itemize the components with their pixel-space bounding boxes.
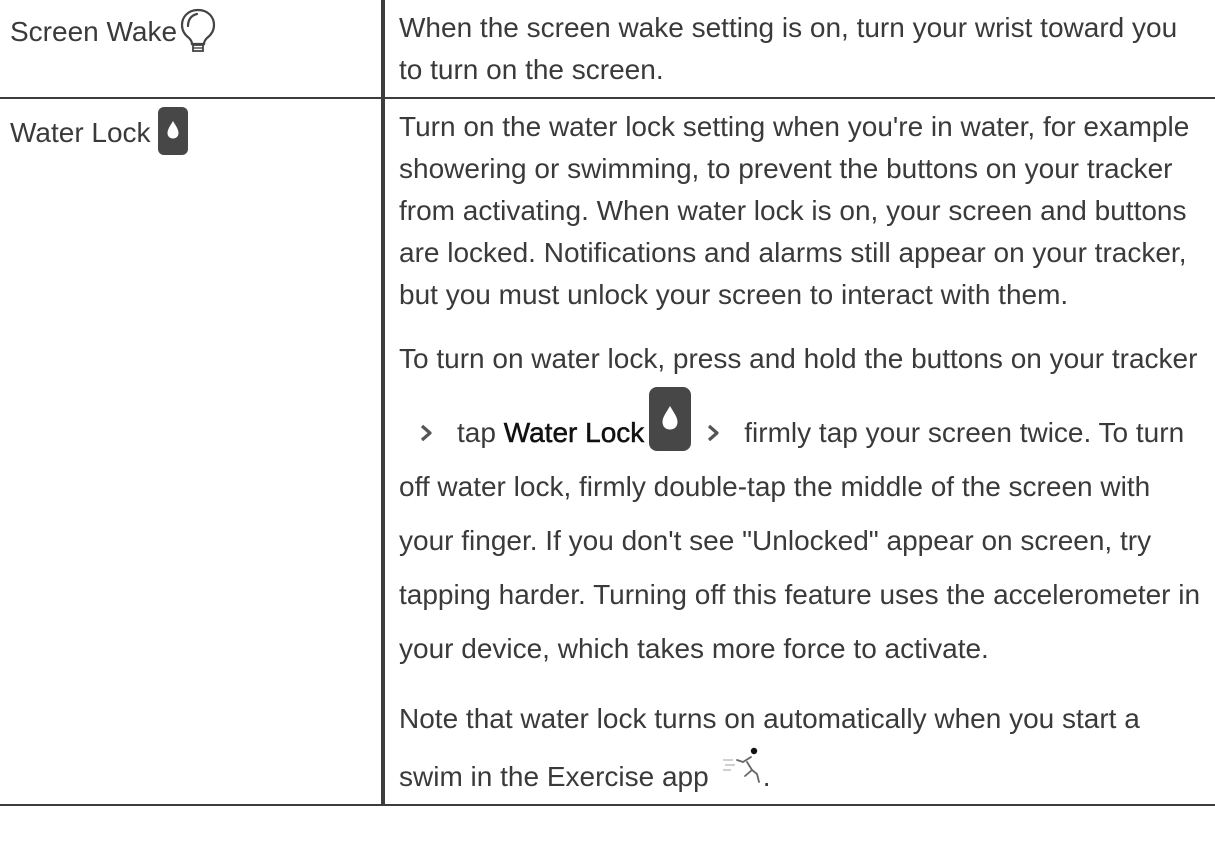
- description-paragraph: Turn on the water lock setting when you'…: [399, 111, 1190, 310]
- setting-name: Water Lock: [10, 117, 151, 148]
- description-paragraph: To turn on water lock, press and hold th…: [399, 332, 1205, 676]
- water-drop-icon: [157, 106, 189, 156]
- chevron-right-icon: [704, 407, 722, 442]
- water-lock-term: Water Lock: [503, 417, 645, 449]
- instruction-text: To turn on water lock, press and hold th…: [399, 343, 1198, 374]
- instruction-text: tap: [457, 417, 496, 448]
- settings-table: Screen Wake When the screen wake setting…: [0, 0, 1215, 806]
- setting-name-cell: Screen Wake: [0, 0, 385, 99]
- chevron-right-icon: [417, 407, 435, 442]
- setting-name: Screen Wake: [10, 16, 178, 47]
- setting-description-cell: When the screen wake setting is on, turn…: [382, 0, 1215, 99]
- setting-description-cell: Turn on the water lock setting when you'…: [382, 97, 1215, 806]
- table-row: Water Lock Turn on the water lock settin…: [0, 97, 1215, 806]
- description-paragraph: When the screen wake setting is on, turn…: [399, 12, 1178, 85]
- swimmer-icon: [721, 746, 763, 790]
- lightbulb-icon: [179, 7, 217, 53]
- water-drop-icon: [648, 386, 692, 452]
- instruction-text: firmly tap your screen twice. To turn of…: [399, 417, 1201, 664]
- note-end: .: [762, 761, 771, 792]
- description-paragraph: Note that water lock turns on automatica…: [399, 692, 1205, 804]
- setting-name-cell: Water Lock: [0, 97, 385, 806]
- table-row: Screen Wake When the screen wake setting…: [0, 0, 1215, 99]
